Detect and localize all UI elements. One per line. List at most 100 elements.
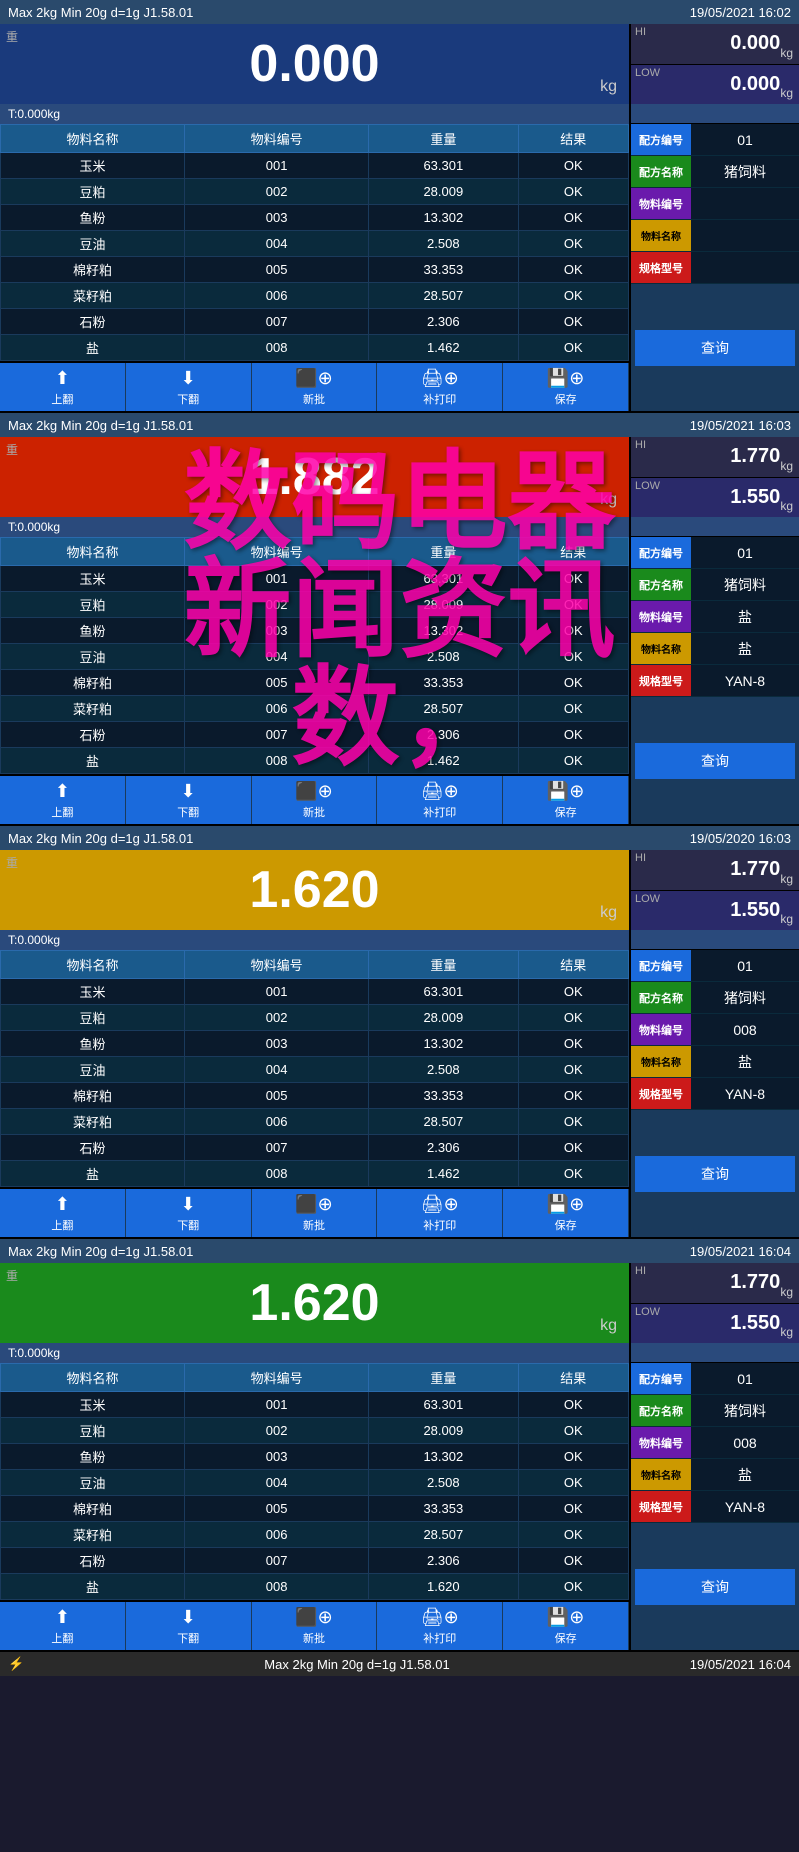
btn-up[interactable]: ⬆ 上翻 [0, 1602, 126, 1650]
table-cell: 28.009 [369, 1418, 518, 1444]
new-icon: ⬛⊕ [295, 1607, 333, 1628]
btn-save[interactable]: 💾⊕ 保存 [503, 1602, 629, 1650]
table-row: 棉籽粕00533.353OK [1, 670, 629, 696]
table-cell: 2.306 [369, 309, 518, 335]
btn-new[interactable]: ⬛⊕ 新批 [252, 363, 378, 411]
material-no-value: 008 [691, 1427, 799, 1458]
btn-new[interactable]: ⬛⊕ 新批 [252, 1602, 378, 1650]
table-header: 物料名称 [1, 538, 185, 566]
table-row: 菜籽粕00628.507OK [1, 283, 629, 309]
btn-up[interactable]: ⬆ 上翻 [0, 776, 126, 824]
save-icon: 💾⊕ [547, 1607, 585, 1628]
top-bar: Max 2kg Min 20g d=1g J1.58.01 19/05/2020… [0, 826, 799, 850]
btn-new[interactable]: ⬛⊕ 新批 [252, 1189, 378, 1237]
btn-up[interactable]: ⬆ 上翻 [0, 363, 126, 411]
net-weight-value: T:0.000kg [8, 1346, 60, 1360]
table-header: 物料编号 [185, 538, 369, 566]
table-cell: 玉米 [1, 1392, 185, 1418]
zhong-label: 重 [6, 28, 18, 45]
table-cell: 玉米 [1, 153, 185, 179]
table-cell: OK [518, 1005, 628, 1031]
query-button[interactable]: 查询 [635, 1156, 795, 1192]
material-no-row: 物料编号 008 [631, 1427, 799, 1459]
panel-panel2: Max 2kg Min 20g d=1g J1.58.01 19/05/2021… [0, 413, 799, 826]
btn-down[interactable]: ⬇ 下翻 [126, 1602, 252, 1650]
btn-print[interactable]: 🖨⊕ 补打印 [377, 776, 503, 824]
device-info: Max 2kg Min 20g d=1g J1.58.01 [8, 418, 193, 433]
table-row: 棉籽粕00533.353OK [1, 257, 629, 283]
recipe-no-label: 配方编号 [631, 537, 691, 568]
table-cell: 1.462 [369, 335, 518, 361]
material-name-value: 盐 [691, 1046, 799, 1077]
table-row: 棉籽粕00533.353OK [1, 1496, 629, 1522]
btn-up-label: 上翻 [51, 391, 73, 407]
table-cell: 005 [185, 1496, 369, 1522]
table-header: 重量 [369, 951, 518, 979]
table-cell: 豆油 [1, 1057, 185, 1083]
table-cell: 28.507 [369, 696, 518, 722]
table-cell: OK [518, 979, 628, 1005]
bottom-buttons: ⬆ 上翻 ⬇ 下翻 ⬛⊕ 新批 🖨⊕ 补打印 [0, 361, 629, 411]
btn-up-label: 上翻 [51, 1630, 73, 1646]
bottom-buttons: ⬆ 上翻 ⬇ 下翻 ⬛⊕ 新批 🖨⊕ 补打印 [0, 1187, 629, 1237]
datetime: 19/05/2021 16:02 [690, 5, 791, 20]
bottom-center: Max 2kg Min 20g d=1g J1.58.01 [264, 1657, 449, 1672]
table-cell: 盐 [1, 335, 185, 361]
table-cell: 棉籽粕 [1, 670, 185, 696]
query-button[interactable]: 查询 [635, 1569, 795, 1605]
hi-value: 1.770 [730, 1271, 780, 1294]
btn-up[interactable]: ⬆ 上翻 [0, 1189, 126, 1237]
table-header: 结果 [518, 538, 628, 566]
btn-down[interactable]: ⬇ 下翻 [126, 1189, 252, 1237]
bottom-bar: ⚡ Max 2kg Min 20g d=1g J1.58.01 19/05/20… [0, 1652, 799, 1676]
btn-down[interactable]: ⬇ 下翻 [126, 776, 252, 824]
query-button[interactable]: 查询 [635, 743, 795, 779]
table-cell: 13.302 [369, 618, 518, 644]
datetime: 19/05/2020 16:03 [690, 831, 791, 846]
btn-down-label: 下翻 [177, 1630, 199, 1646]
btn-print[interactable]: 🖨⊕ 补打印 [377, 363, 503, 411]
save-icon: 💾⊕ [547, 1194, 585, 1215]
print-icon: 🖨⊕ [421, 1607, 459, 1628]
btn-new-label: 新批 [303, 804, 325, 820]
up-icon: ⬆ [55, 781, 70, 802]
btn-new[interactable]: ⬛⊕ 新批 [252, 776, 378, 824]
table-row: 玉米00163.301OK [1, 1392, 629, 1418]
material-no-row: 物料编号 盐 [631, 601, 799, 633]
btn-save[interactable]: 💾⊕ 保存 [503, 776, 629, 824]
table-cell: 001 [185, 1392, 369, 1418]
table-cell: OK [518, 644, 628, 670]
right-panel: HI 1.770 kg LOW 1.550 kg [629, 437, 799, 824]
btn-print[interactable]: 🖨⊕ 补打印 [377, 1189, 503, 1237]
table-cell: 28.507 [369, 283, 518, 309]
recipe-name-row: 配方名称 猪饲料 [631, 156, 799, 188]
recipe-no-value: 01 [691, 1363, 799, 1394]
down-icon: ⬇ [181, 368, 196, 389]
table-cell: 豆油 [1, 644, 185, 670]
panel-panel1: Max 2kg Min 20g d=1g J1.58.01 19/05/2021… [0, 0, 799, 413]
btn-save[interactable]: 💾⊕ 保存 [503, 1189, 629, 1237]
table-cell: 13.302 [369, 1444, 518, 1470]
table-cell: 63.301 [369, 153, 518, 179]
query-button[interactable]: 查询 [635, 330, 795, 366]
recipe-name-value: 猪饲料 [691, 156, 799, 187]
btn-new-label: 新批 [303, 391, 325, 407]
net-weight-value: T:0.000kg [8, 107, 60, 121]
btn-save-label: 保存 [555, 391, 577, 407]
top-bar: Max 2kg Min 20g d=1g J1.58.01 19/05/2021… [0, 1239, 799, 1263]
table-row: 豆粕00228.009OK [1, 1005, 629, 1031]
table-cell: OK [518, 1031, 628, 1057]
data-table: 物料名称物料编号重量结果 玉米00163.301OK 豆粕00228.009OK… [0, 124, 629, 361]
table-cell: 28.009 [369, 179, 518, 205]
table-cell: 盐 [1, 1161, 185, 1187]
btn-print[interactable]: 🖨⊕ 补打印 [377, 1602, 503, 1650]
main-weight: 0.000 [249, 34, 379, 94]
table-cell: 002 [185, 179, 369, 205]
table-cell: 玉米 [1, 566, 185, 592]
btn-save[interactable]: 💾⊕ 保存 [503, 363, 629, 411]
right-panel: HI 1.770 kg LOW 1.550 kg [629, 1263, 799, 1650]
btn-down[interactable]: ⬇ 下翻 [126, 363, 252, 411]
btn-print-label: 补打印 [423, 1630, 456, 1646]
btn-up-label: 上翻 [51, 804, 73, 820]
table-cell: 2.306 [369, 1135, 518, 1161]
